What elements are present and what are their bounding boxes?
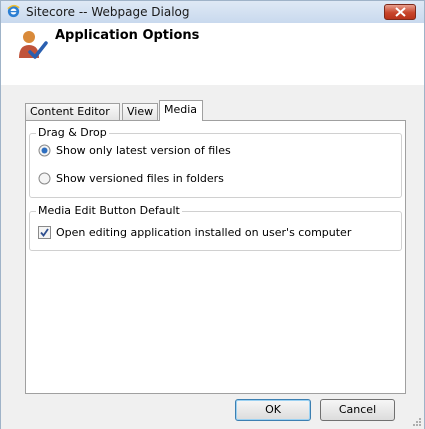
- open-editing-label[interactable]: Open editing application installed on us…: [56, 226, 351, 239]
- radio-latest-version[interactable]: Show only latest version of files: [38, 142, 231, 158]
- title-bar[interactable]: Sitecore -- Webpage Dialog: [1, 1, 424, 24]
- checkbox-checked-icon[interactable]: [38, 225, 51, 239]
- radio-versioned-files-label[interactable]: Show versioned files in folders: [56, 172, 224, 185]
- close-icon: [395, 7, 406, 17]
- window-title: Sitecore -- Webpage Dialog: [26, 5, 190, 19]
- dialog-window: Sitecore -- Webpage Dialog Application O…: [0, 0, 425, 429]
- tab-content-editor[interactable]: Content Editor: [25, 103, 120, 120]
- radio-versioned-files[interactable]: Show versioned files in folders: [38, 170, 224, 186]
- page-title: Application Options: [55, 28, 200, 43]
- tab-panel-media: Drag & Drop Show only latest version of …: [25, 120, 406, 394]
- cancel-button[interactable]: Cancel: [320, 399, 395, 421]
- dialog-body: Content Editor View Media Drag & Drop Sh…: [1, 85, 424, 429]
- media-edit-legend: Media Edit Button Default: [36, 204, 182, 217]
- close-button[interactable]: [384, 4, 416, 20]
- drag-drop-legend: Drag & Drop: [36, 126, 109, 139]
- radio-unselected-icon[interactable]: [38, 172, 51, 185]
- drag-drop-group: Drag & Drop Show only latest version of …: [29, 126, 402, 198]
- button-bar: OK Cancel: [1, 399, 424, 427]
- radio-latest-version-label[interactable]: Show only latest version of files: [56, 144, 231, 157]
- ie-icon: [7, 4, 20, 18]
- tab-view[interactable]: View: [122, 103, 158, 120]
- radio-selected-icon[interactable]: [38, 144, 51, 157]
- tab-media[interactable]: Media: [159, 100, 203, 121]
- ok-button[interactable]: OK: [235, 399, 311, 421]
- dialog-header: Application Options: [1, 23, 424, 85]
- media-edit-group: Media Edit Button Default Open editing a…: [29, 204, 402, 251]
- resize-grip-icon[interactable]: [412, 417, 422, 427]
- user-check-icon: [19, 31, 48, 59]
- open-editing-checkbox[interactable]: Open editing application installed on us…: [38, 224, 351, 240]
